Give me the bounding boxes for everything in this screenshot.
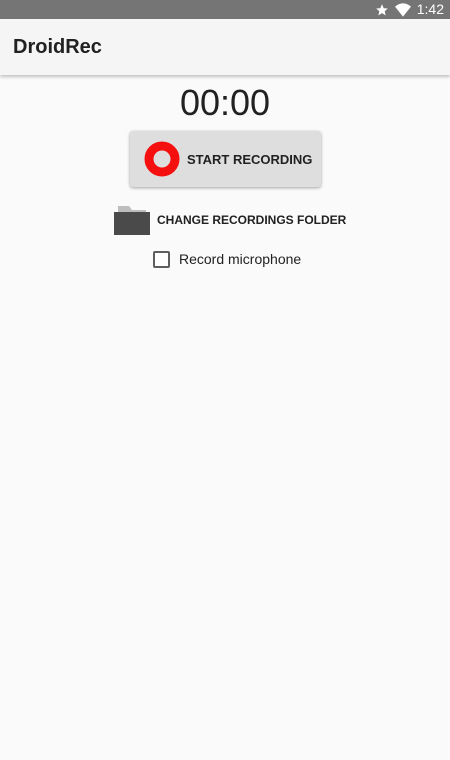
folder-icon — [113, 204, 151, 236]
record-microphone-option[interactable]: Record microphone — [153, 248, 301, 270]
app-bar: DroidRec — [0, 19, 450, 75]
wifi-icon — [394, 2, 411, 17]
start-recording-button[interactable]: START RECORDING — [130, 131, 321, 187]
record-icon — [144, 141, 180, 177]
status-time: 1:42 — [416, 1, 444, 17]
status-bar: 1:42 — [0, 0, 450, 19]
app-title: DroidRec — [13, 35, 102, 58]
record-microphone-label: Record microphone — [179, 251, 302, 267]
change-recordings-folder-label: CHANGE RECORDINGS FOLDER — [157, 213, 347, 227]
recording-timer: 00:00 — [179, 82, 271, 123]
partial-icon — [262, 754, 292, 760]
star-icon — [375, 3, 389, 17]
start-recording-label: START RECORDING — [187, 151, 313, 167]
record-microphone-checkbox[interactable] — [153, 250, 170, 268]
change-recordings-folder-button[interactable]: CHANGE RECORDINGS FOLDER — [113, 204, 348, 236]
